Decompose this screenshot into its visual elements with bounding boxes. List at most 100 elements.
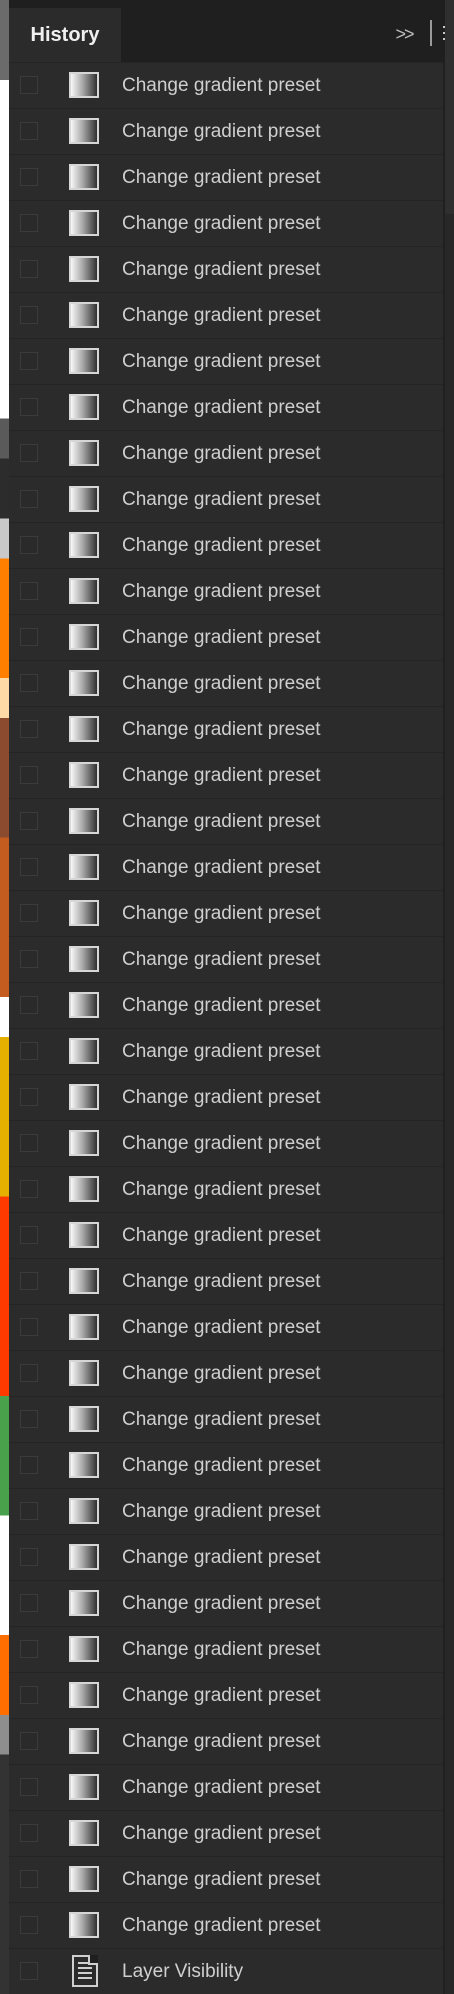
history-item[interactable]: Change gradient preset <box>9 1718 445 1764</box>
history-source-checkbox[interactable] <box>20 1916 38 1934</box>
history-item[interactable]: Change gradient preset <box>9 1442 445 1488</box>
history-source-checkbox[interactable] <box>20 214 38 232</box>
history-item[interactable]: Change gradient preset <box>9 1350 445 1396</box>
history-item[interactable]: Change gradient preset <box>9 890 445 936</box>
history-item[interactable]: Change gradient preset <box>9 1120 445 1166</box>
history-source-checkbox[interactable] <box>20 1134 38 1152</box>
history-source-checkbox[interactable] <box>20 1778 38 1796</box>
gradient-icon <box>69 716 99 742</box>
history-item-label: Change gradient preset <box>122 627 321 648</box>
history-source-checkbox[interactable] <box>20 260 38 278</box>
history-item[interactable]: Change gradient preset <box>9 844 445 890</box>
history-item-label: Change gradient preset <box>122 581 321 602</box>
history-item[interactable]: Change gradient preset <box>9 430 445 476</box>
history-item[interactable]: Change gradient preset <box>9 292 445 338</box>
history-source-checkbox[interactable] <box>20 398 38 416</box>
history-source-checkbox[interactable] <box>20 1364 38 1382</box>
history-source-checkbox[interactable] <box>20 858 38 876</box>
history-item[interactable]: Change gradient preset <box>9 1672 445 1718</box>
history-source-checkbox[interactable] <box>20 1042 38 1060</box>
history-item-label: Change gradient preset <box>122 995 321 1016</box>
history-source-checkbox[interactable] <box>20 720 38 738</box>
history-source-checkbox[interactable] <box>20 1732 38 1750</box>
history-item[interactable]: Change gradient preset <box>9 1534 445 1580</box>
history-item[interactable]: Change gradient preset <box>9 1580 445 1626</box>
history-item[interactable]: Change gradient preset <box>9 660 445 706</box>
history-source-checkbox[interactable] <box>20 1088 38 1106</box>
history-item[interactable]: Change gradient preset <box>9 1396 445 1442</box>
history-item[interactable]: Change gradient preset <box>9 798 445 844</box>
history-source-checkbox[interactable] <box>20 1272 38 1290</box>
history-item[interactable]: Change gradient preset <box>9 1488 445 1534</box>
history-item[interactable]: Change gradient preset <box>9 200 445 246</box>
history-source-checkbox[interactable] <box>20 536 38 554</box>
history-source-checkbox[interactable] <box>20 306 38 324</box>
history-item-label: Change gradient preset <box>122 1593 321 1614</box>
history-source-checkbox[interactable] <box>20 582 38 600</box>
history-source-checkbox[interactable] <box>20 1594 38 1612</box>
history-item[interactable]: Change gradient preset <box>9 1902 445 1948</box>
history-source-checkbox[interactable] <box>20 904 38 922</box>
history-item[interactable]: Change gradient preset <box>9 1810 445 1856</box>
gradient-icon <box>69 1636 99 1662</box>
history-item[interactable]: Change gradient preset <box>9 1166 445 1212</box>
gradient-icon <box>69 256 99 282</box>
collapse-panel-button[interactable]: >> <box>391 22 417 46</box>
history-item[interactable]: Change gradient preset <box>9 568 445 614</box>
history-item[interactable]: Change gradient preset <box>9 1856 445 1902</box>
history-source-checkbox[interactable] <box>20 1686 38 1704</box>
history-source-checkbox[interactable] <box>20 1870 38 1888</box>
history-source-checkbox[interactable] <box>20 996 38 1014</box>
tab-bar-divider <box>430 20 432 46</box>
history-source-checkbox[interactable] <box>20 1318 38 1336</box>
gradient-icon <box>69 624 99 650</box>
history-item[interactable]: Change gradient preset <box>9 982 445 1028</box>
history-source-checkbox[interactable] <box>20 628 38 646</box>
history-source-checkbox[interactable] <box>20 444 38 462</box>
history-item[interactable]: Change gradient preset <box>9 936 445 982</box>
tab-history[interactable]: History <box>9 8 121 62</box>
history-source-checkbox[interactable] <box>20 1226 38 1244</box>
history-item[interactable]: Change gradient preset <box>9 154 445 200</box>
gradient-icon <box>69 808 99 834</box>
history-source-checkbox[interactable] <box>20 1410 38 1428</box>
gradient-icon <box>69 1038 99 1064</box>
history-item[interactable]: Change gradient preset <box>9 476 445 522</box>
history-item[interactable]: Change gradient preset <box>9 1764 445 1810</box>
history-item[interactable]: Change gradient preset <box>9 1258 445 1304</box>
history-item[interactable]: Change gradient preset <box>9 1304 445 1350</box>
history-source-checkbox[interactable] <box>20 1456 38 1474</box>
history-source-checkbox[interactable] <box>20 812 38 830</box>
history-source-checkbox[interactable] <box>20 674 38 692</box>
history-source-checkbox[interactable] <box>20 1824 38 1842</box>
history-item[interactable]: Change gradient preset <box>9 62 445 108</box>
history-source-checkbox[interactable] <box>20 766 38 784</box>
document-icon <box>72 1955 98 1987</box>
history-source-checkbox[interactable] <box>20 1640 38 1658</box>
history-item[interactable]: Layer Visibility <box>9 1948 445 1994</box>
history-item[interactable]: Change gradient preset <box>9 752 445 798</box>
history-source-checkbox[interactable] <box>20 168 38 186</box>
history-source-checkbox[interactable] <box>20 76 38 94</box>
history-item-label: Change gradient preset <box>122 949 321 970</box>
history-source-checkbox[interactable] <box>20 1962 38 1980</box>
history-item[interactable]: Change gradient preset <box>9 522 445 568</box>
history-item[interactable]: Change gradient preset <box>9 614 445 660</box>
history-item[interactable]: Change gradient preset <box>9 246 445 292</box>
history-source-checkbox[interactable] <box>20 122 38 140</box>
history-source-checkbox[interactable] <box>20 1548 38 1566</box>
photoshop-history-panel-window: History >> Change gradient preset Change … <box>0 0 454 1994</box>
history-item[interactable]: Change gradient preset <box>9 706 445 752</box>
history-item[interactable]: Change gradient preset <box>9 384 445 430</box>
history-source-checkbox[interactable] <box>20 352 38 370</box>
history-item[interactable]: Change gradient preset <box>9 1626 445 1672</box>
history-item[interactable]: Change gradient preset <box>9 108 445 154</box>
history-item[interactable]: Change gradient preset <box>9 1212 445 1258</box>
history-source-checkbox[interactable] <box>20 950 38 968</box>
history-source-checkbox[interactable] <box>20 1180 38 1198</box>
history-source-checkbox[interactable] <box>20 490 38 508</box>
history-item[interactable]: Change gradient preset <box>9 1074 445 1120</box>
history-item[interactable]: Change gradient preset <box>9 338 445 384</box>
history-item[interactable]: Change gradient preset <box>9 1028 445 1074</box>
history-source-checkbox[interactable] <box>20 1502 38 1520</box>
